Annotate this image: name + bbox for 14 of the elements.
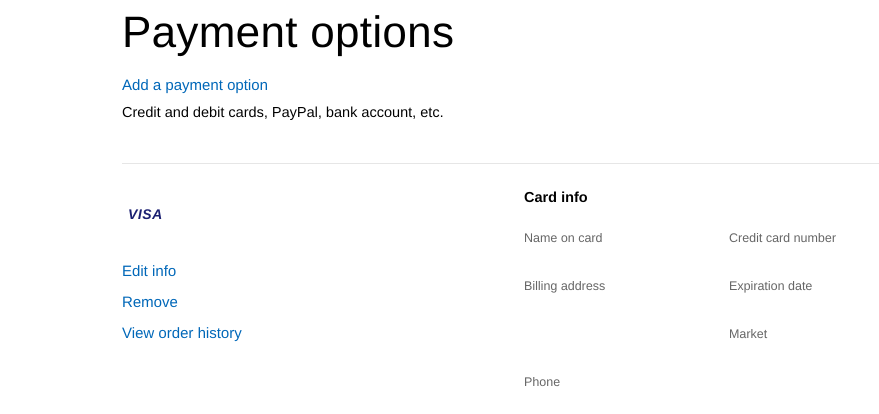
page-title: Payment options	[122, 7, 456, 59]
field-label: Credit card number	[729, 231, 836, 245]
card-action-link[interactable]: View order history	[122, 324, 242, 343]
field-label: Phone	[524, 375, 560, 389]
description-text: Credit and debit cards, PayPal, bank account, etc.	[122, 105, 445, 121]
card-action-link[interactable]: Edit info	[122, 262, 176, 281]
add-payment-link[interactable]: Add a payment option	[122, 77, 268, 94]
field-label: Billing address	[524, 279, 606, 293]
field-label: Name on card	[524, 231, 603, 245]
card-action-link[interactable]: Remove	[122, 293, 178, 312]
card-info-heading: Card info	[524, 190, 589, 206]
field-label: Market	[729, 327, 768, 341]
card-brand-logo: VISA	[128, 206, 163, 222]
field-label: Expiration date	[729, 279, 812, 293]
